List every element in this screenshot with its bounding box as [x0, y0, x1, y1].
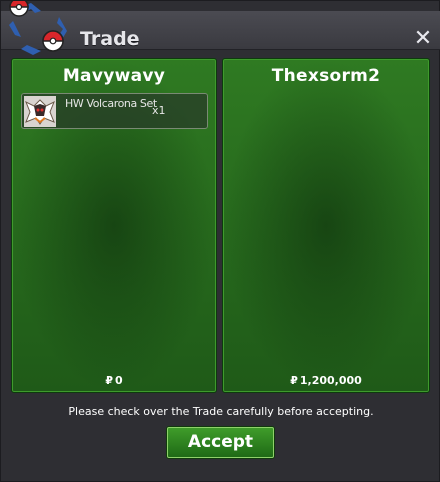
trader-panel-left: Mavywavy HW Volcarona Set x1 ₽0	[11, 58, 217, 393]
item-name: HW Volcarona Set	[65, 97, 157, 110]
item-quantity: x1	[152, 104, 166, 117]
currency-symbol: ₽	[290, 374, 298, 387]
trader-name-left: Mavywavy	[62, 66, 166, 86]
money-amount: 0	[115, 374, 123, 387]
trader-name-right: Thexsorm2	[271, 66, 381, 86]
money-amount: 1,200,000	[299, 374, 362, 387]
trade-item[interactable]: HW Volcarona Set x1	[21, 93, 208, 129]
trade-window: Trade ✕ Mavywavy HW Volcarona Set x1 ₽ 0…	[0, 0, 440, 482]
trade-notice: Please check over the Trade carefully be…	[68, 405, 374, 418]
trader-panel-right: Thexsorm2 ₽1,200,000	[222, 58, 430, 393]
volcarona-item-icon	[24, 96, 56, 127]
money-offer-right: ₽1,200,000	[223, 374, 429, 388]
money-offer-left: ₽0	[12, 374, 216, 388]
close-icon[interactable]: ✕	[412, 28, 434, 50]
window-title: Trade	[80, 28, 140, 50]
currency-symbol: ₽	[105, 374, 113, 387]
pokeball-logo-icon	[9, 1, 67, 55]
accept-button[interactable]: Accept	[167, 427, 274, 458]
